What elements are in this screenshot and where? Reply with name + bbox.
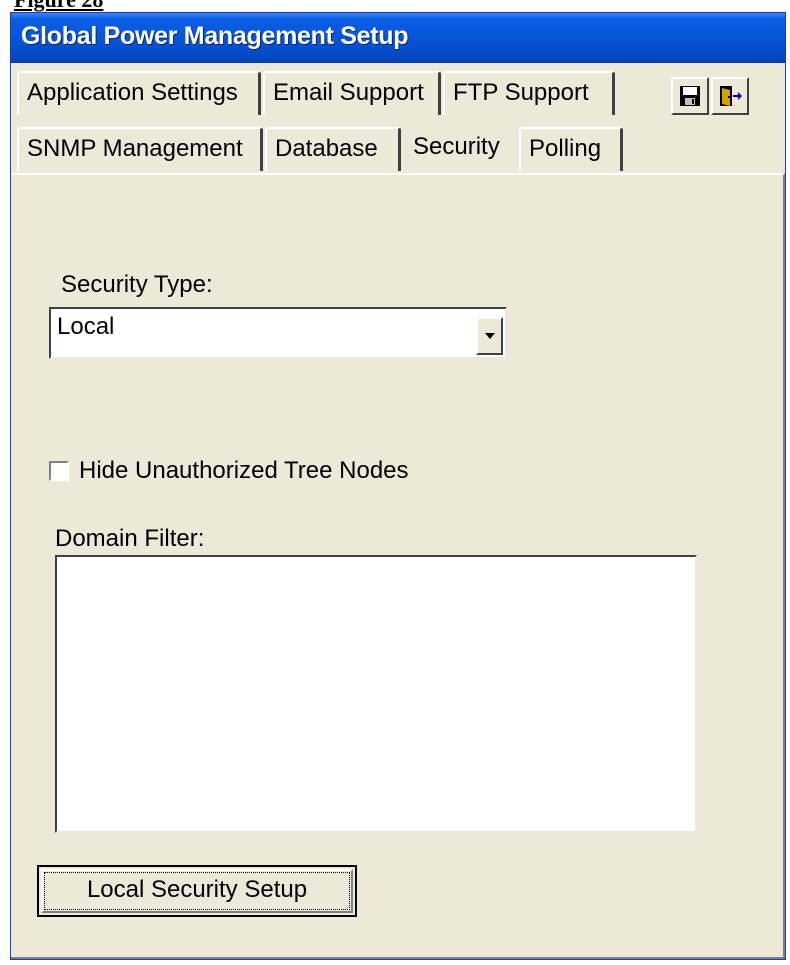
floppy-disk-icon: [680, 86, 700, 106]
tab-database[interactable]: Database: [265, 127, 401, 171]
exit-button[interactable]: [711, 77, 749, 115]
local-security-setup-label: Local Security Setup: [86, 876, 308, 903]
title-bar[interactable]: Global Power Management Setup: [11, 13, 785, 63]
tab-email-support[interactable]: Email Support: [263, 71, 441, 115]
window-title: Global Power Management Setup: [21, 22, 409, 50]
hide-unauthorized-nodes-checkbox[interactable]: [49, 461, 69, 481]
hide-unauthorized-nodes-label: Hide Unauthorized Tree Nodes: [79, 457, 409, 484]
security-type-label: Security Type:: [61, 271, 213, 298]
domain-filter-label: Domain Filter:: [55, 525, 205, 552]
exit-door-icon: [720, 86, 742, 106]
tab-ftp-support[interactable]: FTP Support: [443, 71, 615, 115]
domain-filter-textarea[interactable]: [55, 555, 697, 833]
security-type-select[interactable]: Local: [49, 307, 507, 359]
dropdown-button[interactable]: [476, 317, 503, 355]
chevron-down-icon: [484, 333, 495, 339]
save-button[interactable]: [671, 77, 709, 115]
setup-window: Global Power Management Setup Applicatio…: [10, 12, 786, 960]
tab-snmp-management[interactable]: SNMP Management: [17, 127, 263, 171]
tab-polling[interactable]: Polling: [519, 127, 623, 171]
tab-application-settings[interactable]: Application Settings: [17, 71, 261, 115]
security-panel: Security Type: Local Hide Unauthorized T…: [11, 173, 785, 959]
security-type-value: Local: [57, 313, 115, 340]
tab-security[interactable]: Security: [403, 125, 519, 175]
hide-unauthorized-nodes-option[interactable]: Hide Unauthorized Tree Nodes: [49, 457, 409, 485]
local-security-setup-button[interactable]: Local Security Setup: [37, 865, 357, 917]
